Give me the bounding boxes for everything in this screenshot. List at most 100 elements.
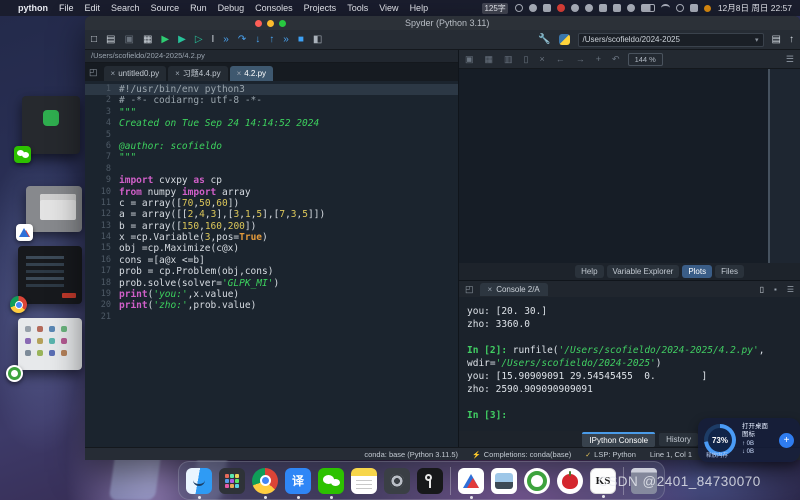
dock-keys-icon[interactable]: [417, 468, 443, 494]
desktop-icons-toggle[interactable]: 打开桌面图标: [742, 423, 773, 440]
close-tab-icon[interactable]: ×: [237, 69, 242, 78]
new-file-icon[interactable]: □: [91, 35, 97, 45]
code-line-5[interactable]: 5: [85, 130, 458, 141]
input-method-icon[interactable]: [704, 5, 711, 12]
open-file-icon[interactable]: ▤: [106, 35, 115, 45]
close-window-button[interactable]: [255, 20, 262, 27]
code-line-10[interactable]: 10from numpy import array: [85, 187, 458, 198]
code-line-19[interactable]: 19print('you:',x.value): [85, 289, 458, 300]
code-line-11[interactable]: 11c = array([70,50,60]): [85, 198, 458, 209]
menu-edit[interactable]: Edit: [85, 3, 101, 13]
battery-icon[interactable]: [641, 4, 655, 12]
console-output[interactable]: you: [20. 30.]zho: 3360.0In [2]: runfile…: [459, 299, 800, 430]
wifi-icon[interactable]: [661, 4, 670, 12]
code-line-1[interactable]: 1#!/usr/bin/env python3: [85, 84, 458, 95]
shapes-icon[interactable]: [571, 4, 579, 12]
code-line-7[interactable]: 7""": [85, 152, 458, 163]
fit-plot-icon[interactable]: ↶: [612, 55, 620, 64]
code-line-20[interactable]: 20print('zho:',prob.value): [85, 300, 458, 311]
dock-tri-icon[interactable]: [458, 468, 484, 494]
menu-help[interactable]: Help: [410, 3, 429, 13]
remove-all-plots-icon[interactable]: ×: [540, 55, 545, 64]
parent-directory-icon[interactable]: ↑: [789, 35, 794, 45]
step-return-icon[interactable]: ↑: [269, 35, 274, 45]
code-line-17[interactable]: 17prob = cp.Problem(obj,cons): [85, 266, 458, 277]
dock-notes-icon[interactable]: [351, 468, 377, 494]
code-line-13[interactable]: 13b = array([150,160,200]): [85, 221, 458, 232]
console-options-icon[interactable]: ☰: [787, 285, 794, 294]
next-plot-icon[interactable]: →: [576, 55, 585, 64]
plots-canvas[interactable]: [459, 69, 800, 263]
close-tab-icon[interactable]: ×: [111, 69, 116, 78]
window-titlebar[interactable]: Spyder (Python 3.11): [85, 16, 800, 30]
code-line-2[interactable]: 2# -*- codiarng: utf-8 -*-: [85, 95, 458, 106]
save-all-icon[interactable]: ▦: [143, 35, 152, 45]
code-line-14[interactable]: 14x =cp.Variable(3,pos=True): [85, 232, 458, 243]
browse-tabs-icon[interactable]: ◰: [89, 67, 98, 78]
widget-add-button[interactable]: +: [779, 433, 794, 448]
run-selection-icon[interactable]: I: [212, 35, 215, 45]
copy-plot-icon[interactable]: ▥: [504, 55, 513, 64]
close-tab-icon[interactable]: ×: [175, 69, 180, 78]
thumbnail-ide-window[interactable]: [18, 246, 82, 304]
stop-debug-icon[interactable]: ■: [298, 35, 304, 45]
control-center-icon[interactable]: [690, 4, 698, 12]
zoom-window-button[interactable]: [279, 20, 286, 27]
menu-consoles[interactable]: Consoles: [255, 3, 293, 13]
tab-files[interactable]: Files: [715, 265, 744, 278]
memory-widget[interactable]: 73% 释放内存 打开桌面图标 ↑ 0B ↓ 0B +: [698, 418, 800, 462]
tab-plots[interactable]: Plots: [682, 265, 712, 278]
display-split-icon[interactable]: [599, 4, 607, 12]
window-manager-icon[interactable]: [613, 4, 621, 12]
debug-file-icon[interactable]: »: [223, 35, 229, 45]
code-line-18[interactable]: 18prob.solve(solver='GLPK_MI'): [85, 278, 458, 289]
tab-variable-explorer[interactable]: Variable Explorer: [607, 265, 680, 278]
tab-console-2a[interactable]: × Console 2/A: [480, 283, 548, 296]
run-file-icon[interactable]: ▶: [161, 35, 169, 45]
keyboard-icon[interactable]: [543, 4, 551, 12]
dock-finder-icon[interactable]: [186, 468, 212, 494]
dock-launchpad-icon[interactable]: [219, 468, 245, 494]
thumbnail-grid-window[interactable]: [18, 318, 82, 370]
plots-thumbnail-strip[interactable]: [768, 69, 800, 263]
thumbnail-wechat-window[interactable]: [22, 96, 80, 154]
menu-view[interactable]: View: [379, 3, 398, 13]
bluetooth-icon[interactable]: [627, 4, 635, 12]
tab-ipython-console[interactable]: IPython Console: [582, 432, 655, 447]
browse-directory-icon[interactable]: ▤: [772, 35, 781, 45]
code-line-8[interactable]: 8: [85, 164, 458, 175]
tab-习题4.4.py[interactable]: ×习题4.4.py: [168, 66, 227, 81]
debug-cell-icon[interactable]: ↷: [238, 35, 246, 45]
mic-icon[interactable]: [529, 4, 537, 12]
menu-file[interactable]: File: [59, 3, 74, 13]
previous-plot-icon[interactable]: ←: [556, 55, 565, 64]
zoom-in-icon[interactable]: +: [596, 55, 601, 64]
remove-plot-icon[interactable]: ▯: [524, 55, 529, 64]
smiley-icon[interactable]: [515, 4, 523, 12]
dock-settings-icon[interactable]: [384, 468, 410, 494]
menu-run[interactable]: Run: [190, 3, 207, 13]
tab-untitled0.py[interactable]: ×untitled0.py: [104, 66, 167, 81]
menu-debug[interactable]: Debug: [218, 3, 245, 13]
menu-search[interactable]: Search: [111, 3, 140, 13]
dock-photos-icon[interactable]: [491, 468, 517, 494]
close-console-icon[interactable]: ×: [488, 285, 493, 294]
tab-4.2.py[interactable]: ×4.2.py: [230, 66, 273, 81]
dock-chrome-icon[interactable]: [252, 468, 278, 494]
preferences-icon[interactable]: 🔧: [538, 35, 550, 45]
dock-apple-icon[interactable]: [557, 468, 583, 494]
minimize-window-button[interactable]: [267, 20, 274, 27]
thumbnail-dialog-window[interactable]: [26, 186, 82, 232]
code-line-12[interactable]: 12a = array([[2,4,3],[3,1,5],[7,3,5]]): [85, 209, 458, 220]
menu-source[interactable]: Source: [151, 3, 180, 13]
tab-history[interactable]: History: [659, 433, 698, 446]
save-all-plots-icon[interactable]: ▦: [485, 55, 494, 64]
menu-tools[interactable]: Tools: [347, 3, 368, 13]
code-line-9[interactable]: 9import cvxpy as cp: [85, 175, 458, 186]
code-line-3[interactable]: 3""": [85, 107, 458, 118]
tab-help[interactable]: Help: [575, 265, 603, 278]
menubar-clock[interactable]: 12月8日 周日 22:57: [718, 2, 792, 14]
run-cell-icon[interactable]: ▶: [178, 35, 186, 45]
code-line-15[interactable]: 15obj =cp.Maximize(c@x): [85, 243, 458, 254]
code-area[interactable]: 1#!/usr/bin/env python32# -*- codiarng: …: [85, 81, 458, 448]
